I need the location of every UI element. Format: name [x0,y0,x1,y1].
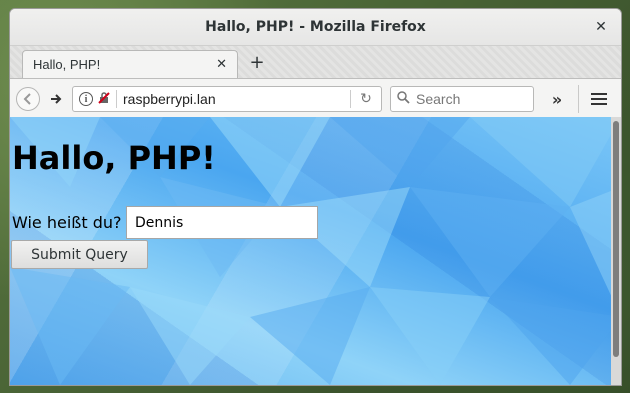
hamburger-menu-icon[interactable] [588,88,610,110]
name-input[interactable] [126,206,318,239]
title-bar: Hallo, PHP! - Mozilla Firefox ✕ [10,9,621,46]
scroll-thumb[interactable] [613,121,619,357]
tab-label: Hallo, PHP! [33,57,101,72]
page-title: Hallo, PHP! [12,139,216,177]
close-icon[interactable]: ✕ [216,57,227,72]
tab-hallo-php[interactable]: Hallo, PHP! ✕ [22,50,238,78]
search-icon [397,90,410,108]
forward-arrow-icon[interactable] [46,88,66,110]
browser-window: Hallo, PHP! - Mozilla Firefox ✕ Hallo, P… [9,8,622,386]
window-title: Hallo, PHP! - Mozilla Firefox [205,19,426,35]
url-text[interactable]: raspberrypi.lan [123,91,350,107]
search-bar[interactable] [390,86,534,112]
back-arrow-icon[interactable] [16,87,40,111]
page-content: Hallo, PHP! Wie heißt du? Submit Query [10,117,621,385]
search-input[interactable] [414,90,528,108]
plus-icon[interactable]: + [246,51,268,73]
tab-strip: Hallo, PHP! ✕ + [10,46,621,79]
info-icon[interactable]: i [79,92,93,106]
url-separator [116,90,117,108]
url-bar[interactable]: i raspberrypi.lan ↻ [72,86,382,112]
scrollbar[interactable] [611,117,621,385]
overflow-chevron-icon[interactable]: » [546,88,568,110]
submit-button[interactable]: Submit Query [11,240,148,269]
reload-icon[interactable]: ↻ [351,91,381,107]
name-label: Wie heißt du? [12,213,122,232]
close-icon[interactable]: ✕ [591,17,611,37]
toolbar-divider [578,85,579,113]
insecure-connection-icon[interactable] [98,91,110,107]
navigation-bar: i raspberrypi.lan ↻ » [10,79,621,120]
